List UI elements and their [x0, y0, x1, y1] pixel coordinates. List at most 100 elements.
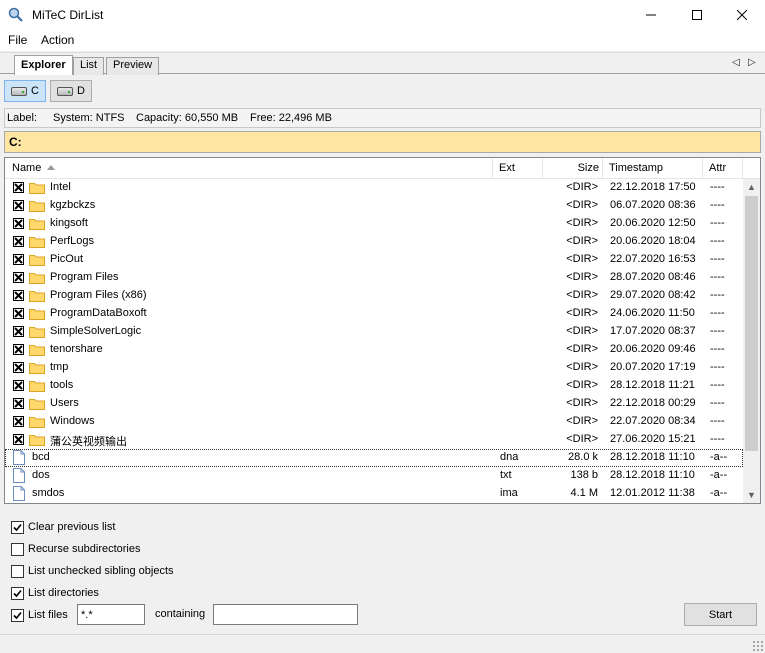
row-checkbox[interactable]	[13, 290, 24, 301]
tab-scroll-right-icon[interactable]: ▷	[748, 57, 756, 68]
row-checkbox[interactable]	[13, 326, 24, 337]
menu-action[interactable]: Action	[41, 33, 74, 47]
scrollbar-thumb[interactable]	[745, 196, 758, 451]
tab-explorer[interactable]: Explorer	[14, 55, 73, 75]
column-header-attr[interactable]: Attr	[703, 158, 743, 179]
file-mask-input[interactable]	[77, 604, 145, 625]
file-row[interactable]: smdos ima 4.1 M 12.01.2012 11:38 -a--	[5, 485, 743, 503]
row-attr: ----	[710, 397, 725, 409]
row-checkbox[interactable]	[13, 200, 24, 211]
file-icon	[13, 486, 25, 501]
tab-scroll-left-icon[interactable]: ◁	[732, 57, 740, 68]
list-directories-checkbox[interactable]	[11, 586, 24, 600]
row-name: kgzbckzs	[50, 199, 96, 211]
row-name: Users	[50, 397, 79, 409]
drive-d-button[interactable]: D	[50, 80, 92, 102]
row-name: dos	[32, 469, 50, 481]
column-header-size[interactable]: Size	[543, 158, 603, 179]
recurse-checkbox[interactable]	[11, 542, 24, 556]
check-x-icon	[14, 417, 23, 426]
row-checkbox[interactable]	[13, 254, 24, 265]
folder-icon	[29, 183, 45, 194]
check-x-icon	[14, 237, 23, 246]
check-x-icon	[14, 201, 23, 210]
check-x-icon	[14, 309, 23, 318]
folder-row[interactable]: tenorshare <DIR> 20.06.2020 09:46 ----	[5, 341, 743, 359]
start-button[interactable]: Start	[684, 603, 757, 626]
column-header-timestamp[interactable]: Timestamp	[603, 158, 703, 179]
tab-list[interactable]: List	[73, 57, 105, 75]
volume-capacity: Capacity: 60,550 MB	[136, 112, 239, 124]
row-checkbox[interactable]	[13, 182, 24, 193]
row-checkbox[interactable]	[13, 344, 24, 355]
minimize-icon	[646, 14, 656, 16]
folder-row[interactable]: SimpleSolverLogic <DIR> 17.07.2020 08:37 --…	[5, 323, 743, 341]
row-checkbox[interactable]	[13, 218, 24, 229]
current-path: C:	[9, 135, 22, 149]
containing-input[interactable]	[213, 604, 358, 625]
folder-row[interactable]: tmp <DIR> 20.07.2020 17:19 ----	[5, 359, 743, 377]
folder-row[interactable]: Intel <DIR> 22.12.2018 17:50 ----	[5, 179, 743, 197]
list-files-checkbox[interactable]	[11, 608, 24, 622]
folder-row[interactable]: PicOut <DIR> 22.07.2020 16:53 ----	[5, 251, 743, 269]
row-size: <DIR>	[566, 217, 598, 229]
hard-drive-icon	[57, 86, 73, 96]
resize-grip-icon[interactable]	[752, 640, 763, 651]
drive-c-button[interactable]: C	[4, 80, 46, 102]
row-attr: -a--	[710, 487, 728, 499]
row-attr: ----	[710, 379, 725, 391]
close-icon	[737, 10, 747, 20]
row-checkbox[interactable]	[13, 272, 24, 283]
file-row[interactable]: bcd dna 28.0 k 28.12.2018 11:10 -a--	[5, 449, 743, 467]
folder-row[interactable]: Program Files (x86) <DIR> 29.07.2020 08:42…	[5, 287, 743, 305]
row-checkbox[interactable]	[13, 398, 24, 409]
row-name: Program Files (x86)	[50, 289, 147, 301]
row-timestamp: 27.06.2020 15:21	[610, 433, 696, 445]
column-header-name[interactable]: Name	[5, 158, 493, 179]
row-size: 28.0 k	[568, 451, 598, 463]
row-checkbox[interactable]	[13, 236, 24, 247]
folder-row[interactable]: 蒲公英视频输出 <DIR> 27.06.2020 15:21 ----	[5, 431, 743, 449]
folder-row[interactable]: ProgramDataBoxoft <DIR> 24.06.2020 11:50 --…	[5, 305, 743, 323]
column-header-ext[interactable]: Ext	[493, 158, 543, 179]
list-directories-option[interactable]: List directories	[11, 585, 99, 601]
scroll-up-icon[interactable]: ▲	[747, 182, 756, 192]
close-button[interactable]	[719, 0, 765, 30]
scroll-down-icon[interactable]: ▼	[747, 490, 756, 500]
folder-icon	[29, 255, 45, 266]
row-size: <DIR>	[566, 199, 598, 211]
folder-row[interactable]: Users <DIR> 22.12.2018 00:29 ----	[5, 395, 743, 413]
clear-previous-option[interactable]: Clear previous list	[11, 519, 115, 535]
row-attr: ----	[710, 361, 725, 373]
row-checkbox[interactable]	[13, 434, 24, 445]
row-attr: ----	[710, 307, 725, 319]
row-checkbox[interactable]	[13, 380, 24, 391]
folder-row[interactable]: Program Files <DIR> 28.07.2020 08:46 ----	[5, 269, 743, 287]
check-x-icon	[14, 291, 23, 300]
folder-row[interactable]: tools <DIR> 28.12.2018 11:21 ----	[5, 377, 743, 395]
folder-icon	[29, 363, 45, 374]
recurse-option[interactable]: Recurse subdirectories	[11, 541, 141, 557]
row-checkbox[interactable]	[13, 362, 24, 373]
minimize-button[interactable]	[628, 0, 674, 30]
file-row[interactable]: dos txt 138 b 28.12.2018 11:10 -a--	[5, 467, 743, 485]
row-attr: ----	[710, 199, 725, 211]
clear-previous-checkbox[interactable]	[11, 520, 24, 534]
list-unchecked-option[interactable]: List unchecked sibling objects	[11, 563, 174, 579]
folder-row[interactable]: kingsoft <DIR> 20.06.2020 12:50 ----	[5, 215, 743, 233]
menu-file[interactable]: File	[8, 33, 27, 47]
folder-row[interactable]: PerfLogs <DIR> 20.06.2020 18:04 ----	[5, 233, 743, 251]
vertical-scrollbar[interactable]: ▲ ▼	[743, 179, 760, 503]
folder-row[interactable]: kgzbckzs <DIR> 06.07.2020 08:36 ----	[5, 197, 743, 215]
row-attr: -a--	[710, 451, 728, 463]
file-list[interactable]: Name Ext Size Timestamp Attr Intel <DIR> 2…	[4, 157, 761, 504]
row-attr: ----	[710, 325, 725, 337]
row-checkbox[interactable]	[13, 308, 24, 319]
list-files-option[interactable]: List files	[11, 607, 68, 623]
tab-preview[interactable]: Preview	[106, 57, 160, 75]
row-timestamp: 29.07.2020 08:42	[610, 289, 696, 301]
row-checkbox[interactable]	[13, 416, 24, 427]
folder-row[interactable]: Windows <DIR> 22.07.2020 08:34 ----	[5, 413, 743, 431]
maximize-button[interactable]	[674, 0, 720, 30]
list-unchecked-checkbox[interactable]	[11, 564, 24, 578]
